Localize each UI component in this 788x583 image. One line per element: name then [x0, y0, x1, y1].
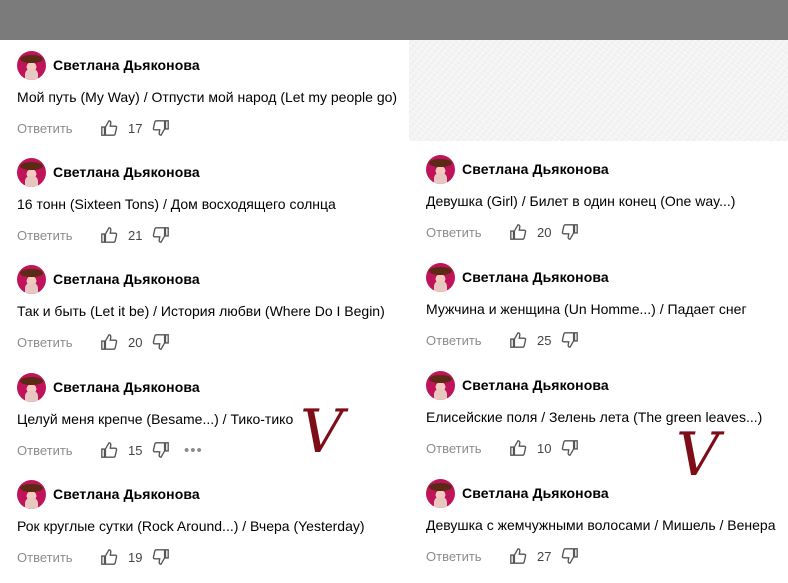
avatar[interactable]	[17, 264, 46, 294]
comment-author-row: Светлана Дьяконова	[426, 262, 609, 292]
author-name[interactable]: Светлана Дьяконова	[462, 161, 609, 177]
like-count: 27	[537, 548, 552, 564]
thumbs-down-icon[interactable]	[152, 226, 170, 244]
author-name[interactable]: Светлана Дьяконова	[53, 486, 200, 502]
comment-author-row: Светлана Дьяконова	[426, 370, 609, 400]
reply-button[interactable]: Ответить	[17, 228, 100, 243]
author-name[interactable]: Светлана Дьяконова	[462, 485, 609, 501]
comment-author-row: Светлана Дьяконова	[17, 264, 200, 294]
reply-button[interactable]: Ответить	[17, 121, 100, 136]
avatar[interactable]	[17, 50, 46, 80]
reply-button[interactable]: Ответить	[17, 443, 100, 458]
comment-text: Мужчина и женщина (Un Homme...) / Падает…	[426, 301, 747, 317]
like-count: 17	[128, 120, 143, 136]
comment-actions: Ответить 25	[426, 329, 579, 351]
comment-actions: Ответить 10	[426, 437, 579, 459]
comment-text: Мой путь (My Way) / Отпусти мой народ (L…	[17, 89, 398, 105]
reply-button[interactable]: Ответить	[426, 333, 509, 348]
author-name[interactable]: Светлана Дьяконова	[53, 379, 200, 395]
like-count: 10	[537, 440, 552, 456]
author-name[interactable]: Светлана Дьяконова	[462, 269, 609, 285]
comment-text: Девушка (Girl) / Билет в один конец (One…	[426, 193, 736, 209]
more-options-icon[interactable]: •••	[184, 442, 203, 459]
like-count: 20	[537, 224, 552, 240]
comment-author-row: Светлана Дьяконова	[17, 50, 200, 80]
avatar[interactable]	[426, 370, 455, 400]
like-count: 20	[128, 334, 143, 350]
thumbs-up-icon[interactable]	[509, 547, 527, 565]
comment-author-row: Светлана Дьяконова	[17, 372, 200, 402]
comment-author-row: Светлана Дьяконова	[426, 154, 609, 184]
avatar[interactable]	[426, 262, 455, 292]
thumbs-up-icon[interactable]	[509, 223, 527, 241]
reply-button[interactable]: Ответить	[426, 441, 509, 456]
like-count: 19	[128, 549, 143, 565]
comment-author-row: Светлана Дьяконова	[426, 478, 609, 508]
comment: Светлана Дьяконова Мой путь (My Way) / О…	[17, 50, 397, 154]
comment-text: Девушка с жемчужными волосами / Мишель /…	[426, 517, 776, 533]
thumbs-down-icon[interactable]	[561, 331, 579, 349]
thumbs-down-icon[interactable]	[561, 223, 579, 241]
comment-text: 16 тонн (Sixteen Tons) / Дом восходящего…	[17, 196, 336, 212]
thumbs-down-icon[interactable]	[152, 119, 170, 137]
avatar[interactable]	[17, 372, 46, 402]
comment-author-row: Светлана Дьяконова	[17, 479, 200, 509]
comment: Светлана Дьяконова Мужчина и женщина (Un…	[426, 262, 788, 366]
thumbs-down-icon[interactable]	[561, 547, 579, 565]
comment: Светлана Дьяконова Елисейские поля / Зел…	[426, 370, 788, 474]
reply-button[interactable]: Ответить	[17, 550, 100, 565]
reply-button[interactable]: Ответить	[426, 225, 509, 240]
thumbs-down-icon[interactable]	[561, 439, 579, 457]
author-name[interactable]: Светлана Дьяконова	[53, 164, 200, 180]
comment-actions: Ответить 27	[426, 545, 579, 567]
thumbs-down-icon[interactable]	[152, 548, 170, 566]
author-name[interactable]: Светлана Дьяконова	[53, 57, 200, 73]
comment-actions: Ответить 19	[17, 546, 170, 568]
comment: Светлана Дьяконова Девушка с жемчужными …	[426, 478, 788, 582]
avatar[interactable]	[17, 157, 46, 187]
thumbs-up-icon[interactable]	[100, 226, 118, 244]
thumbs-up-icon[interactable]	[509, 331, 527, 349]
comment-actions: Ответить 17	[17, 117, 170, 139]
comment-actions: Ответить 21	[17, 224, 170, 246]
comment-actions: Ответить 20	[426, 221, 579, 243]
comment-author-row: Светлана Дьяконова	[17, 157, 200, 187]
handwritten-check-mark: V	[676, 420, 720, 490]
top-bar	[0, 0, 788, 40]
thumbs-down-icon[interactable]	[152, 441, 170, 459]
comment: Светлана Дьяконова Девушка (Girl) / Биле…	[426, 154, 788, 258]
comment-actions: Ответить 20	[17, 331, 170, 353]
thumbs-up-icon[interactable]	[100, 441, 118, 459]
thumbs-up-icon[interactable]	[100, 119, 118, 137]
reply-button[interactable]: Ответить	[17, 335, 100, 350]
avatar[interactable]	[426, 154, 455, 184]
comment-actions: Ответить 15 •••	[17, 439, 203, 461]
reply-button[interactable]: Ответить	[426, 549, 509, 564]
avatar[interactable]	[426, 478, 455, 508]
comment: Светлана Дьяконова Так и быть (Let it be…	[17, 264, 397, 368]
comment: Светлана Дьяконова Рок круглые сутки (Ro…	[17, 479, 397, 583]
thumbs-up-icon[interactable]	[100, 548, 118, 566]
comment-text: Рок круглые сутки (Rock Around...) / Вче…	[17, 518, 365, 534]
like-count: 25	[537, 332, 552, 348]
comment: Светлана Дьяконова 16 тонн (Sixteen Tons…	[17, 157, 397, 261]
comment-text: Целуй меня крепче (Besame...) / Тико-тик…	[17, 411, 294, 427]
paper-texture-background	[409, 40, 788, 141]
handwritten-check-mark: V	[300, 397, 344, 467]
author-name[interactable]: Светлана Дьяконова	[53, 271, 200, 287]
thumbs-down-icon[interactable]	[152, 333, 170, 351]
comment-text: Так и быть (Let it be) / История любви (…	[17, 303, 385, 319]
thumbs-up-icon[interactable]	[509, 439, 527, 457]
avatar[interactable]	[17, 479, 46, 509]
thumbs-up-icon[interactable]	[100, 333, 118, 351]
author-name[interactable]: Светлана Дьяконова	[462, 377, 609, 393]
like-count: 15	[128, 442, 143, 458]
like-count: 21	[128, 227, 143, 243]
